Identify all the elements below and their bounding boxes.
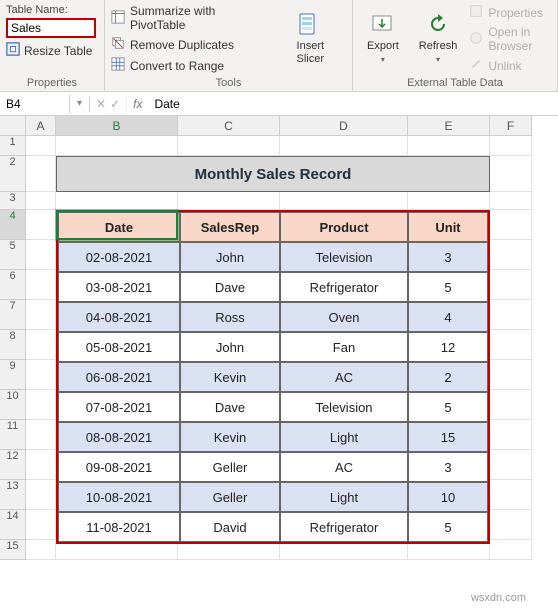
- group-label-tools: Tools: [111, 75, 346, 89]
- row-header[interactable]: 5: [0, 240, 26, 270]
- refresh-icon: [424, 13, 452, 38]
- summarize-label: Summarize with PivotTable: [130, 4, 267, 32]
- convert-range-button[interactable]: Convert to Range: [111, 57, 267, 74]
- table-row: 06-08-2021KevinAC2: [58, 362, 488, 392]
- row-header[interactable]: 14: [0, 510, 26, 540]
- open-browser-label: Open in Browser: [488, 25, 551, 53]
- table-name-label: Table Name:: [6, 4, 98, 16]
- col-header-A[interactable]: A: [26, 116, 56, 136]
- row-header[interactable]: 8: [0, 330, 26, 360]
- export-label: Export▾: [367, 40, 399, 64]
- row-header[interactable]: 2: [0, 156, 26, 192]
- convert-label: Convert to Range: [130, 59, 224, 73]
- col-header-B[interactable]: B: [56, 116, 178, 136]
- data-table: Date SalesRep Product Unit 02-08-2021Joh…: [56, 210, 490, 544]
- resize-table-button[interactable]: Resize Table: [6, 42, 98, 59]
- unlink-icon: [469, 57, 483, 74]
- row-header[interactable]: 11: [0, 420, 26, 450]
- table-row: 05-08-2021JohnFan12: [58, 332, 488, 362]
- th-date[interactable]: Date: [58, 212, 180, 242]
- row-header[interactable]: 12: [0, 450, 26, 480]
- insert-slicer-label: Insert Slicer: [283, 40, 338, 64]
- resize-icon: [6, 42, 20, 59]
- ribbon-group-properties: Table Name: Resize Table Properties: [0, 0, 105, 91]
- group-label-properties: Properties: [6, 75, 98, 89]
- name-box-chevron[interactable]: ▾: [70, 96, 90, 111]
- unlink-label: Unlink: [488, 59, 521, 73]
- row-header[interactable]: 3: [0, 192, 26, 210]
- th-product[interactable]: Product: [280, 212, 408, 242]
- table-row: 03-08-2021DaveRefrigerator5: [58, 272, 488, 302]
- th-salesrep[interactable]: SalesRep: [180, 212, 280, 242]
- resize-table-label: Resize Table: [24, 44, 92, 58]
- row-header[interactable]: 13: [0, 480, 26, 510]
- ribbon-group-tools: Summarize with PivotTable Remove Duplica…: [105, 0, 353, 91]
- row-header[interactable]: 4: [0, 210, 26, 240]
- row-header[interactable]: 10: [0, 390, 26, 420]
- cancel-icon: ✕: [96, 97, 106, 111]
- formula-input[interactable]: [148, 95, 558, 113]
- remove-dup-label: Remove Duplicates: [130, 38, 234, 52]
- open-browser-button: Open in Browser: [469, 25, 551, 53]
- row-header[interactable]: 1: [0, 136, 26, 156]
- col-header-F[interactable]: F: [490, 116, 532, 136]
- chevron-down-icon: ▾: [436, 55, 440, 64]
- export-button[interactable]: Export▾: [359, 4, 407, 74]
- table-row: 07-08-2021DaveTelevision5: [58, 392, 488, 422]
- table-header-row: Date SalesRep Product Unit: [58, 212, 488, 242]
- row-header[interactable]: 6: [0, 270, 26, 300]
- th-unit[interactable]: Unit: [408, 212, 488, 242]
- chevron-down-icon: ▾: [381, 55, 385, 64]
- summarize-pivot-button[interactable]: Summarize with PivotTable: [111, 4, 267, 32]
- watermark: wsxdn.com: [471, 592, 526, 604]
- column-headers: A B C D E F: [26, 116, 532, 136]
- ext-properties-label: Properties: [488, 6, 543, 20]
- insert-slicer-button[interactable]: Insert Slicer: [275, 4, 346, 74]
- ribbon-group-external: Export▾ Refresh▾ Properties Open in Brow…: [353, 0, 558, 91]
- col-header-C[interactable]: C: [178, 116, 280, 136]
- properties-icon: [469, 4, 483, 21]
- row-header[interactable]: 7: [0, 300, 26, 330]
- table-row: 02-08-2021JohnTelevision3: [58, 242, 488, 272]
- remove-dup-icon: [111, 36, 125, 53]
- group-label-external: External Table Data: [359, 75, 551, 89]
- convert-icon: [111, 57, 125, 74]
- slicer-icon: [296, 13, 324, 38]
- enter-icon: ✓: [110, 97, 120, 111]
- table-name-input[interactable]: [6, 18, 96, 38]
- table-row: 08-08-2021KevinLight15: [58, 422, 488, 452]
- pivot-icon: [111, 10, 125, 27]
- table-row: 11-08-2021DavidRefrigerator5: [58, 512, 488, 542]
- refresh-button[interactable]: Refresh▾: [411, 4, 466, 74]
- row-header[interactable]: 9: [0, 360, 26, 390]
- fx-icon[interactable]: fx: [127, 97, 148, 111]
- select-all-corner[interactable]: [0, 116, 26, 136]
- refresh-label: Refresh▾: [419, 40, 458, 64]
- export-icon: [369, 13, 397, 38]
- col-header-E[interactable]: E: [408, 116, 490, 136]
- row-headers: 1 2 3 4 5 6 7 8 9 10 11 12 13 14 15: [0, 136, 26, 610]
- row-header[interactable]: 15: [0, 540, 26, 560]
- worksheet-grid: A B C D E F 1 2 3 4 5 6 7 8 9 10 11 12 1…: [0, 116, 558, 610]
- sheet-title: Monthly Sales Record: [56, 156, 490, 192]
- remove-duplicates-button[interactable]: Remove Duplicates: [111, 36, 267, 53]
- unlink-button: Unlink: [469, 57, 551, 74]
- ribbon: Table Name: Resize Table Properties Summ…: [0, 0, 558, 92]
- formula-bar: ▾ ✕ ✓ fx: [0, 92, 558, 116]
- table-row: 10-08-2021GellerLight10: [58, 482, 488, 512]
- browser-icon: [469, 31, 483, 48]
- name-box[interactable]: [0, 95, 70, 113]
- ext-properties-button: Properties: [469, 4, 551, 21]
- cells-area[interactable]: Monthly Sales Record Date SalesRep Produ…: [26, 136, 532, 610]
- table-row: 04-08-2021RossOven4: [58, 302, 488, 332]
- col-header-D[interactable]: D: [280, 116, 408, 136]
- table-row: 09-08-2021GellerAC3: [58, 452, 488, 482]
